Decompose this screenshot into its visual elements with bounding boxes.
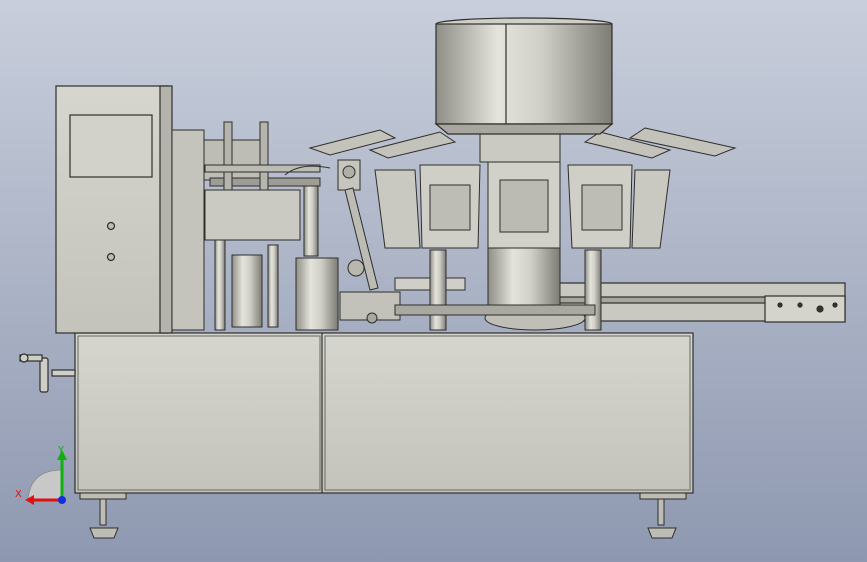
handwheel	[19, 353, 76, 393]
machine-model-view[interactable]: Y X	[0, 0, 867, 562]
y-axis-label: Y	[57, 445, 65, 456]
base-cabinet	[74, 332, 694, 494]
z-axis-dot	[58, 496, 66, 504]
bag-gripper-stations	[374, 161, 671, 249]
control-panel-tower	[55, 85, 173, 334]
x-axis-label: X	[15, 489, 22, 500]
cad-viewport[interactable]: Y X	[0, 0, 867, 562]
top-hopper-drum	[434, 17, 614, 135]
leveling-feet	[79, 492, 687, 539]
left-dosing-station	[171, 121, 339, 331]
coordinate-triad: Y X	[15, 445, 67, 505]
